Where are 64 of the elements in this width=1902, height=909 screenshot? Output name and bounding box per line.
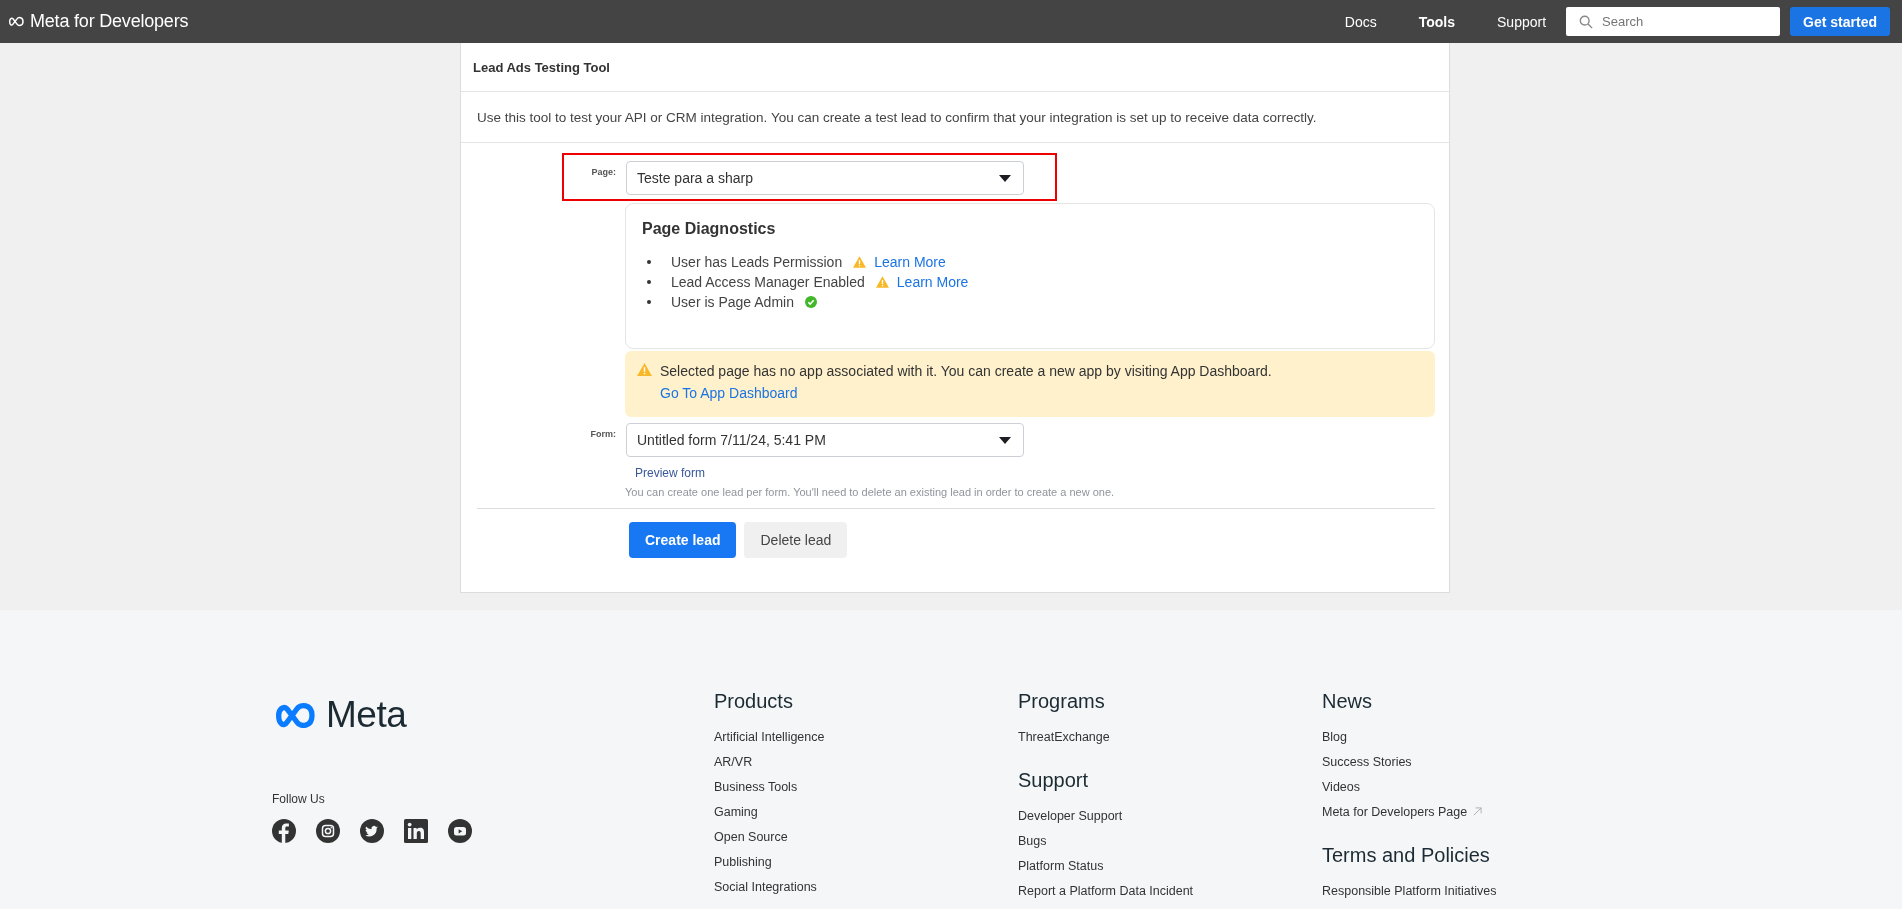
footer-link[interactable]: Open Source (714, 829, 788, 844)
page-label: Page: (590, 166, 616, 177)
footer-link[interactable]: Publishing (714, 854, 772, 869)
footer-link[interactable]: Videos (1322, 779, 1360, 794)
footer-link[interactable]: Developer Support (1018, 808, 1123, 823)
footer-link[interactable]: Responsible Platform Initiatives (1322, 883, 1497, 898)
footer-link[interactable]: ThreatExchange (1018, 729, 1110, 744)
footer-link[interactable]: Artificial Intelligence (714, 729, 825, 744)
meta-wordmark: Meta (326, 694, 407, 736)
caret-icon (999, 436, 1011, 444)
bullet-icon (647, 300, 651, 304)
create-lead-button[interactable]: Create lead (629, 522, 737, 558)
search-icon (1579, 15, 1594, 29)
footer-link[interactable]: Meta for Developers Page (1322, 804, 1468, 819)
form-dropdown[interactable]: Untitled form 7/11/24, 5:41 PM (626, 423, 1024, 457)
follow-us-label: Follow Us (272, 792, 326, 806)
instagram-icon[interactable] (316, 819, 340, 843)
facebook-icon[interactable] (272, 819, 296, 843)
warning-icon (875, 276, 889, 288)
diagnostic-text: User is Page Admin (671, 294, 794, 310)
caret-icon (999, 174, 1011, 182)
tool-description: Use this tool to test your API or CRM integration. You can create a test lead to confirm that your integration is set up to receive data correctly. (477, 109, 1317, 125)
site-title[interactable]: Meta for Developers (30, 11, 189, 32)
footer-link[interactable]: Social Integrations (714, 879, 817, 894)
footer-heading: Programs (1018, 690, 1106, 714)
form-label: Form: (589, 428, 616, 439)
form-note: You can create one lead per form. You'll need to delete an existing lead in order to create a new one. (625, 486, 1116, 498)
warning-icon (853, 256, 867, 268)
search-field[interactable]: Search (1566, 7, 1781, 36)
bird-icon[interactable] (360, 819, 384, 843)
preview-form-link[interactable]: Preview form (635, 466, 705, 480)
linkedin-icon[interactable] (404, 819, 428, 843)
nav-link[interactable]: Tools (1418, 13, 1456, 30)
learn-more-link[interactable]: Learn More (874, 254, 946, 270)
footer-link[interactable]: Business Tools (714, 779, 798, 794)
diagnostics-title: Page Diagnostics (642, 220, 777, 238)
get-started-button[interactable]: Get started (1790, 7, 1890, 36)
footer-link[interactable]: AR/VR (714, 754, 753, 769)
footer-link[interactable]: Gaming (714, 804, 758, 819)
footer-heading: Products (714, 690, 794, 714)
card-title: Lead Ads Testing Tool (473, 59, 610, 75)
check-icon (804, 296, 817, 308)
footer-link[interactable]: Report a Platform Data Incident (1018, 883, 1194, 898)
infinity-logo-icon (7, 16, 27, 27)
diagnostic-text: User has Leads Permission (671, 254, 843, 270)
nav-link[interactable]: Support (1497, 13, 1547, 30)
nav-link[interactable]: Docs (1344, 13, 1377, 30)
page-dropdown[interactable]: Teste para a sharp (626, 161, 1024, 195)
footer-link[interactable]: Platform Status (1018, 858, 1104, 873)
footer-link[interactable]: Blog (1322, 729, 1348, 744)
alert-message: Selected page has no app associated with it. You can create a new app by visiting App Dashboard. (660, 363, 1272, 379)
bullet-icon (647, 280, 651, 284)
footer-heading: News (1322, 690, 1373, 714)
play-icon[interactable] (448, 819, 472, 843)
bullet-icon (647, 260, 651, 264)
footer-link[interactable]: Bugs (1018, 833, 1047, 848)
footer-link[interactable]: Success Stories (1322, 754, 1412, 769)
footer-heading: Terms and Policies (1322, 844, 1491, 868)
footer-heading: Support (1018, 769, 1090, 793)
learn-more-link[interactable]: Learn More (896, 274, 969, 290)
warning-icon (637, 363, 652, 376)
app-dashboard-link[interactable]: Go To App Dashboard (660, 385, 1272, 401)
diagnostic-text: Lead Access Manager Enabled (671, 274, 865, 290)
delete-lead-button[interactable]: Delete lead (744, 522, 848, 558)
